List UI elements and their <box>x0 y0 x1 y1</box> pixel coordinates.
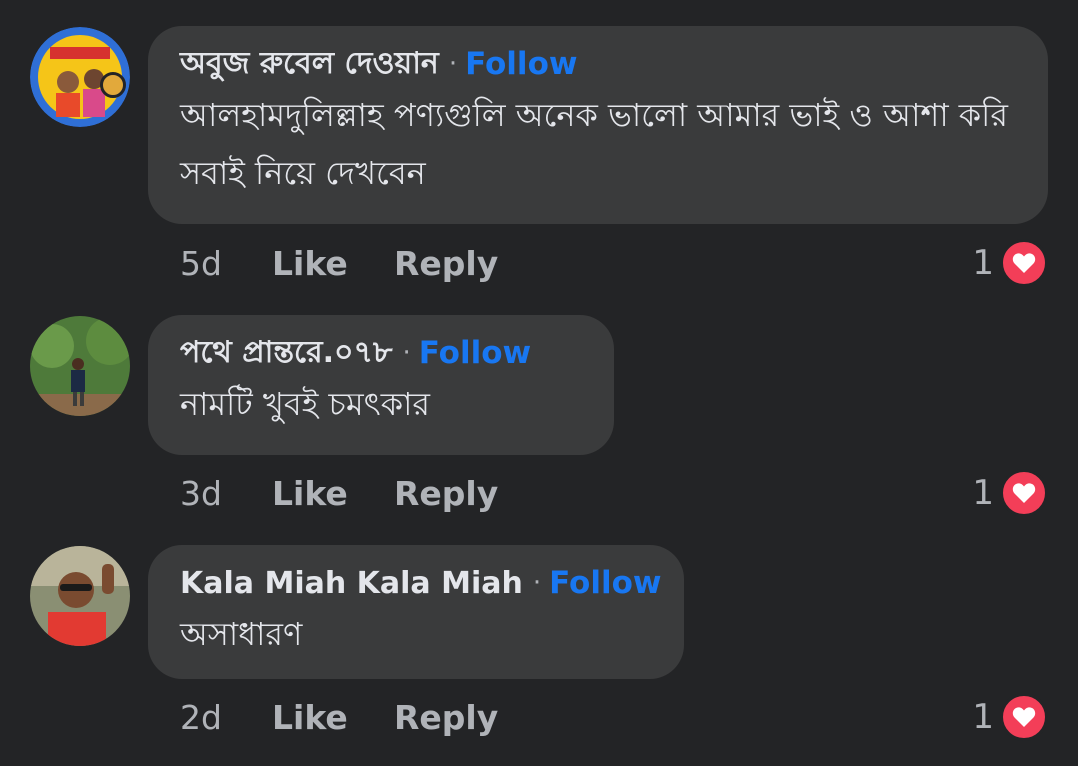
heart-icon <box>1000 469 1048 517</box>
reaction-summary[interactable]: 1 <box>972 238 1048 288</box>
separator-dot: · <box>448 49 458 79</box>
timestamp[interactable]: 2d <box>180 698 272 737</box>
reply-button[interactable]: Reply <box>394 698 498 737</box>
heart-icon <box>1000 693 1048 741</box>
like-button[interactable]: Like <box>272 474 394 513</box>
author-name[interactable]: পথে প্রান্তরে.০৭৮ <box>180 328 393 379</box>
avatar[interactable] <box>30 316 130 416</box>
author-name[interactable]: Kala Miah Kala Miah <box>180 566 523 601</box>
comment-thread: অবুজ রুবেল দেওয়ান · Follow আলহামদুলিল্ল… <box>0 0 1078 766</box>
follow-button[interactable]: Follow <box>549 565 661 601</box>
comment-actions: 3d Like Reply <box>180 468 498 518</box>
separator-dot: · <box>532 568 542 598</box>
verified-badge-icon <box>100 72 126 98</box>
comment-bubble: Kala Miah Kala Miah · Follow অসাধারণ <box>148 545 684 679</box>
reaction-count: 1 <box>972 473 994 513</box>
like-button[interactable]: Like <box>272 698 394 737</box>
comment-actions: 5d Like Reply <box>180 238 498 288</box>
comment-text: আলহামদুলিল্লাহ পণ্যগুলি অনেক ভালো আমার ভ… <box>180 96 1008 192</box>
avatar[interactable] <box>30 546 130 646</box>
follow-button[interactable]: Follow <box>465 46 577 82</box>
follow-button[interactable]: Follow <box>419 335 531 371</box>
reaction-count: 1 <box>972 243 994 283</box>
comment-text: অসাধারণ <box>180 615 303 653</box>
reaction-summary[interactable]: 1 <box>972 692 1048 742</box>
comment-bubble: অবুজ রুবেল দেওয়ান · Follow আলহামদুলিল্ল… <box>148 26 1048 224</box>
separator-dot: · <box>402 338 411 368</box>
like-button[interactable]: Like <box>272 244 394 283</box>
reaction-summary[interactable]: 1 <box>972 468 1048 518</box>
timestamp[interactable]: 5d <box>180 244 272 283</box>
reaction-count: 1 <box>972 697 994 737</box>
heart-icon <box>1000 239 1048 287</box>
author-name[interactable]: অবুজ রুবেল দেওয়ান <box>180 39 439 90</box>
reply-button[interactable]: Reply <box>394 474 498 513</box>
reply-button[interactable]: Reply <box>394 244 498 283</box>
timestamp[interactable]: 3d <box>180 474 272 513</box>
comment-text: নামটি খুবই চমৎকার <box>180 385 430 423</box>
comment-bubble: পথে প্রান্তরে.০৭৮ · Follow নামটি খুবই চম… <box>148 315 614 455</box>
comment-actions: 2d Like Reply <box>180 692 498 742</box>
